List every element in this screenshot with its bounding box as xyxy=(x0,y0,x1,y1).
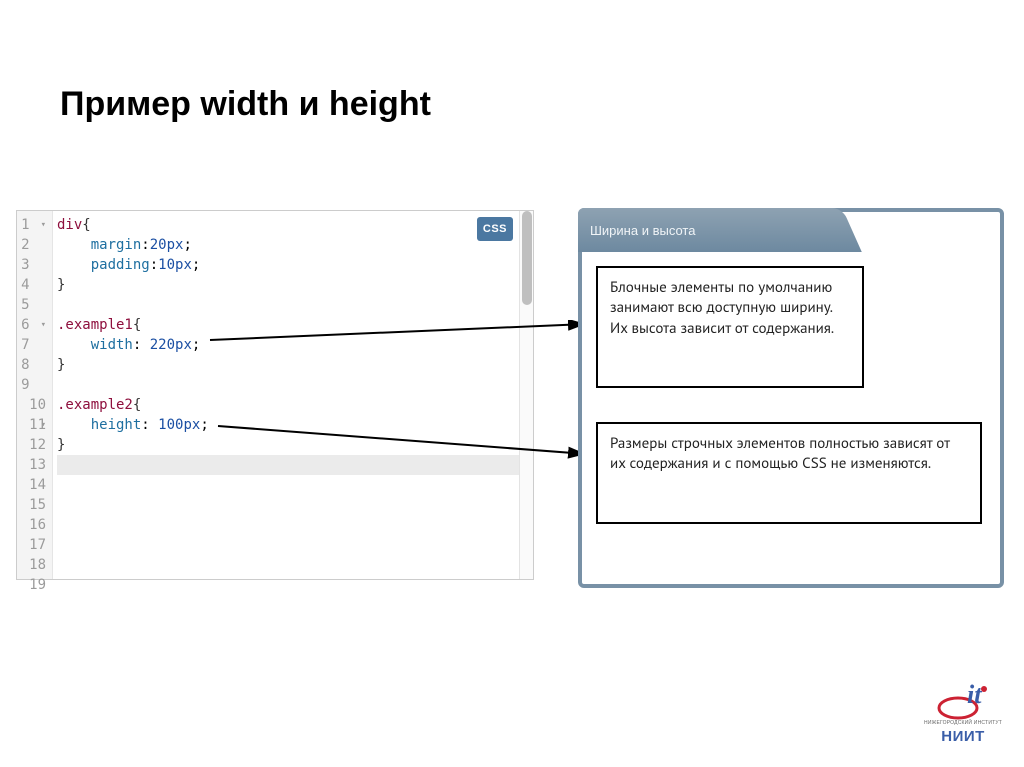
language-badge: CSS xyxy=(477,217,513,241)
line-number: 13 xyxy=(21,455,46,475)
code-line: padding:10px; xyxy=(57,255,529,275)
line-number: 6 ▾ xyxy=(21,315,46,335)
code-line: width: 220px; xyxy=(57,335,529,355)
code-line xyxy=(57,375,529,395)
logo-subtext: НИЖЕГОРОДСКИЙ ИНСТИТУТ xyxy=(924,721,1002,726)
code-line: div{ xyxy=(57,215,529,235)
code-line xyxy=(57,295,529,315)
line-number: 16 xyxy=(21,515,46,535)
code-editor: 1 ▾2 3 4 5 6 ▾7 8 9 10 ▾11 12 13 14 15 1… xyxy=(16,210,534,580)
logo-text: НИИТ xyxy=(924,728,1002,745)
line-number: 15 xyxy=(21,495,46,515)
line-number: 1 ▾ xyxy=(21,215,46,235)
code-line: } xyxy=(57,275,529,295)
editor-code[interactable]: div{ margin:20px; padding:10px;} .example… xyxy=(53,211,533,579)
line-number: 19 xyxy=(21,575,46,595)
code-line: .example1{ xyxy=(57,315,529,335)
line-number: 14 xyxy=(21,475,46,495)
result-tab-label: Ширина и высота xyxy=(590,223,695,238)
line-number: 11 xyxy=(21,415,46,435)
code-line: height: 100px; xyxy=(57,415,529,435)
line-number: 18 xyxy=(21,555,46,575)
result-panel: Ширина и высота Блочные элементы по умол… xyxy=(578,208,1004,588)
line-number: 17 xyxy=(21,535,46,555)
line-number: 5 xyxy=(21,295,46,315)
line-number: 9 xyxy=(21,375,46,395)
svg-text:it: it xyxy=(967,681,982,709)
line-number: 2 xyxy=(21,235,46,255)
code-line: } xyxy=(57,435,529,455)
editor-gutter: 1 ▾2 3 4 5 6 ▾7 8 9 10 ▾11 12 13 14 15 1… xyxy=(17,211,53,579)
line-number: 3 xyxy=(21,255,46,275)
line-number: 4 xyxy=(21,275,46,295)
code-line: .example2{ xyxy=(57,395,529,415)
code-line: } xyxy=(57,355,529,375)
code-line xyxy=(57,455,529,475)
line-number: 10 ▾ xyxy=(21,395,46,415)
slide-title: Пример width и height xyxy=(60,85,431,124)
line-number: 7 xyxy=(21,335,46,355)
code-line: margin:20px; xyxy=(57,235,529,255)
logo-icon: it xyxy=(936,681,990,721)
result-tab: Ширина и высота xyxy=(578,208,842,252)
example-box-2: Размеры строчных элементов полностью зав… xyxy=(596,422,982,524)
line-number: 8 xyxy=(21,355,46,375)
logo: it НИЖЕГОРОДСКИЙ ИНСТИТУТ НИИТ xyxy=(924,681,1002,745)
result-body: Блочные элементы по умолчанию занимают в… xyxy=(582,252,1000,584)
example-box-1: Блочные элементы по умолчанию занимают в… xyxy=(596,266,864,388)
line-number: 12 xyxy=(21,435,46,455)
